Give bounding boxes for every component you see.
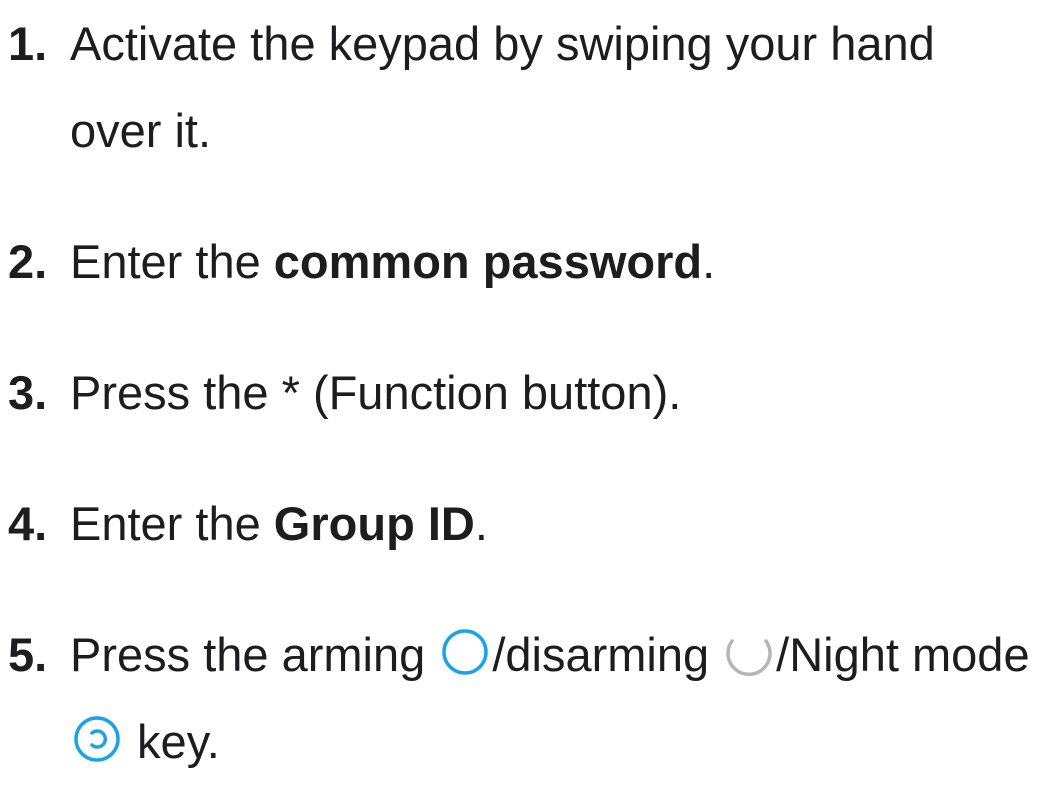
instruction-list: 1. Activate the keypad by swiping your h… (8, 0, 1038, 785)
step-3: 3. Press the * (Function button). (8, 349, 1038, 436)
step-text-part: key. (124, 715, 220, 768)
step-text-prefix: Enter the (70, 497, 274, 550)
step-text: Press the arming /disarming /Night mode … (70, 611, 1038, 785)
step-text-bold: common password (273, 235, 703, 288)
step-text-part: /Night mode (776, 628, 1030, 681)
arming-circle-icon (440, 627, 490, 677)
step-text: Enter the common password. (70, 218, 1038, 305)
step-2: 2. Enter the common password. (8, 218, 1038, 305)
disarming-circle-icon (724, 627, 774, 677)
step-number: 5. (8, 628, 48, 681)
step-text-prefix: Enter the (70, 235, 274, 288)
step-number: 2. (8, 235, 48, 288)
step-text-suffix: . (474, 497, 488, 550)
step-number: 1. (8, 17, 48, 70)
step-text-bold: Group ID (273, 497, 475, 550)
step-number: 4. (8, 497, 48, 550)
step-text: Press the * (Function button). (70, 366, 682, 419)
step-text-part: Press the arming (70, 628, 439, 681)
night-mode-icon (72, 714, 122, 764)
step-text-suffix: . (702, 235, 716, 288)
step-text-part: /disarming (492, 628, 723, 681)
step-text: Enter the Group ID. (70, 480, 1038, 567)
step-4: 4. Enter the Group ID. (8, 480, 1038, 567)
step-5: 5. Press the arming /disarming /Night mo… (8, 611, 1038, 785)
step-text: Activate the keypad by swiping your hand… (70, 17, 935, 157)
step-1: 1. Activate the keypad by swiping your h… (8, 0, 1038, 174)
step-number: 3. (8, 366, 48, 419)
